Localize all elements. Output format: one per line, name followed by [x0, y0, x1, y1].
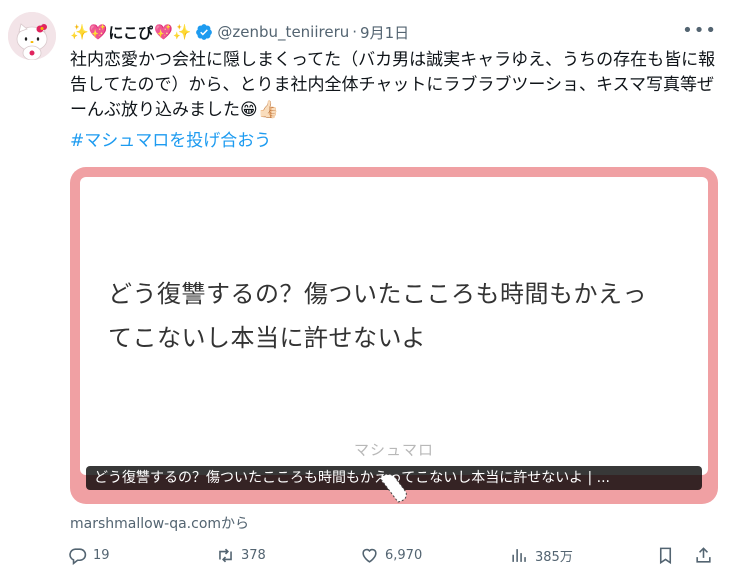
- more-dots-icon[interactable]: •••: [682, 22, 717, 40]
- tweet-text-emoji: 😁👍🏻: [240, 100, 279, 120]
- display-name-text: にこぴ: [108, 23, 154, 42]
- card-source[interactable]: marshmallow-qa.comから: [70, 513, 249, 533]
- display-name-suffix: 💖✨: [154, 22, 192, 41]
- tweet-text-main: 社内恋愛かつ会社に隠しまくってた（バカ男は誠実キャラゆえ、うちの存在も皆に報告し…: [70, 50, 716, 120]
- tweet-actions: 19 378 6,970 385万: [68, 546, 720, 570]
- card-image: どう復讐するの？傷ついたこころも時間もかえってこないし本当に許せないよ マシュマ…: [80, 177, 708, 475]
- like-count: 6,970: [385, 548, 423, 563]
- tweet-date[interactable]: 9月1日: [360, 22, 409, 43]
- avatar[interactable]: [8, 12, 56, 60]
- reply-button[interactable]: 19: [68, 546, 110, 565]
- user-handle[interactable]: @zenbu_teniireru: [217, 23, 349, 41]
- bookmark-icon: [659, 547, 672, 565]
- like-button[interactable]: 6,970: [360, 546, 422, 565]
- tweet-header: ✨💖 にこぴ 💖✨ @zenbu_teniireru · 9月1日: [70, 20, 409, 44]
- marshmallow-corner-icon: [379, 473, 407, 503]
- share-button[interactable]: [694, 546, 713, 565]
- verified-badge-icon[interactable]: [195, 23, 213, 41]
- heart-icon: [362, 548, 377, 563]
- views-bar-icon: [512, 549, 526, 562]
- separator-dot: ·: [352, 23, 358, 41]
- views-count: 385万: [535, 550, 573, 565]
- hello-kitty-avatar-icon: [8, 12, 56, 60]
- views-button[interactable]: 385万: [510, 546, 573, 565]
- reply-icon: [69, 548, 87, 565]
- display-name[interactable]: ✨💖 にこぴ 💖✨: [70, 22, 191, 43]
- hashtag-link[interactable]: #マシュマロを投げ合おう: [70, 126, 271, 151]
- retweet-icon: [219, 548, 232, 563]
- display-name-prefix: ✨💖: [70, 22, 108, 41]
- tweet-text: 社内恋愛かつ会社に隠しまくってた（バカ男は誠実キャラゆえ、うちの存在も皆に報告し…: [70, 48, 720, 123]
- card-question-text: どう復讐するの？傷ついたこころも時間もかえってこないし本当に許せないよ: [108, 280, 647, 352]
- retweet-count: 378: [241, 548, 266, 563]
- bookmark-button[interactable]: [656, 546, 675, 565]
- share-icon: [696, 547, 711, 563]
- link-card[interactable]: どう復讐するの？傷ついたこころも時間もかえってこないし本当に許せないよ マシュマ…: [70, 167, 718, 504]
- card-brand-label: マシュマロ: [353, 441, 434, 459]
- retweet-button[interactable]: 378: [216, 546, 266, 565]
- reply-count: 19: [93, 548, 110, 563]
